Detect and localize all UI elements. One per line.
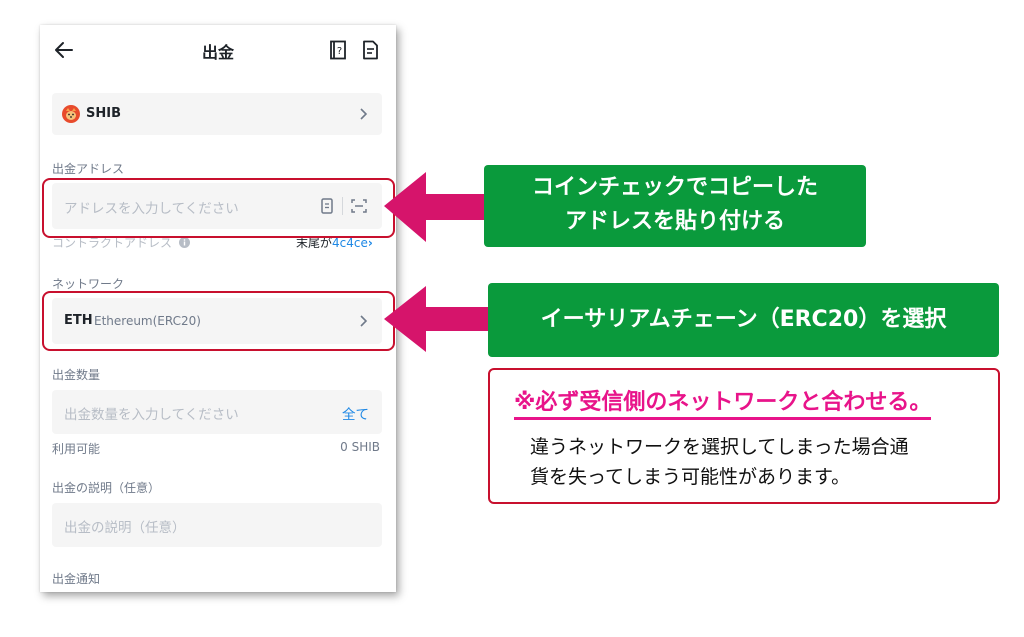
help-book-icon[interactable]: ? bbox=[329, 40, 347, 60]
address-label: 出金アドレス bbox=[52, 162, 125, 176]
warning-title: ※必ず受信側のネットワークと合わせる。 bbox=[514, 384, 932, 420]
description-label: 出金の説明（任意） bbox=[52, 481, 161, 495]
address-callout-line2: アドレスを貼り付ける bbox=[564, 209, 785, 234]
warning-body-line2: 貨を失ってしまう可能性があります。 bbox=[530, 466, 851, 488]
warning-body-line1: 違うネットワークを選択してしまった場合通 bbox=[530, 436, 909, 458]
available-value: 0 SHIB bbox=[340, 440, 380, 454]
network-callout: イーサリアムチェーン（ERC20）を選択 bbox=[488, 283, 999, 357]
network-callout-text: イーサリアムチェーン（ERC20）を選択 bbox=[540, 307, 947, 332]
contract-suffix-prefix: 末尾が bbox=[296, 236, 333, 250]
address-highlight bbox=[42, 178, 395, 238]
info-icon[interactable] bbox=[178, 237, 190, 248]
svg-text:?: ? bbox=[337, 46, 342, 57]
network-callout-arrow bbox=[384, 286, 494, 352]
coin-symbol: SHIB bbox=[86, 106, 121, 121]
chevron-right-icon bbox=[360, 108, 368, 120]
network-highlight bbox=[42, 291, 395, 351]
contract-suffix-value: 4c4ce bbox=[332, 236, 368, 250]
description-input[interactable]: 出金の説明（任意） bbox=[52, 503, 382, 547]
contract-address-text: コントラクトアドレス bbox=[52, 236, 173, 250]
all-button[interactable]: 全て bbox=[342, 403, 369, 423]
warning-note: ※必ず受信側のネットワークと合わせる。 違うネットワークを選択してしまった場合通… bbox=[488, 368, 1000, 504]
amount-input[interactable]: 出金数量を入力してください 全て bbox=[52, 390, 382, 434]
amount-label: 出金数量 bbox=[52, 368, 101, 382]
warning-body: 違うネットワークを選択してしまった場合通 貨を失ってしまう可能性があります。 bbox=[530, 432, 1000, 492]
description-placeholder: 出金の説明（任意） bbox=[64, 520, 186, 536]
coin-selector[interactable]: SHIB bbox=[52, 93, 382, 135]
notice-label: 出金通知 bbox=[52, 572, 101, 586]
chevron-right-blue-icon: › bbox=[367, 236, 373, 250]
address-callout-arrow bbox=[384, 172, 494, 242]
shib-coin-icon bbox=[62, 105, 80, 123]
network-label: ネットワーク bbox=[52, 277, 125, 291]
available-label: 利用可能 bbox=[52, 442, 101, 456]
amount-placeholder: 出金数量を入力してください bbox=[64, 407, 239, 423]
history-document-icon[interactable] bbox=[361, 40, 379, 60]
address-callout-line1: コインチェックでコピーした bbox=[531, 175, 818, 200]
address-callout: コインチェックでコピーした アドレスを貼り付ける bbox=[484, 165, 866, 247]
